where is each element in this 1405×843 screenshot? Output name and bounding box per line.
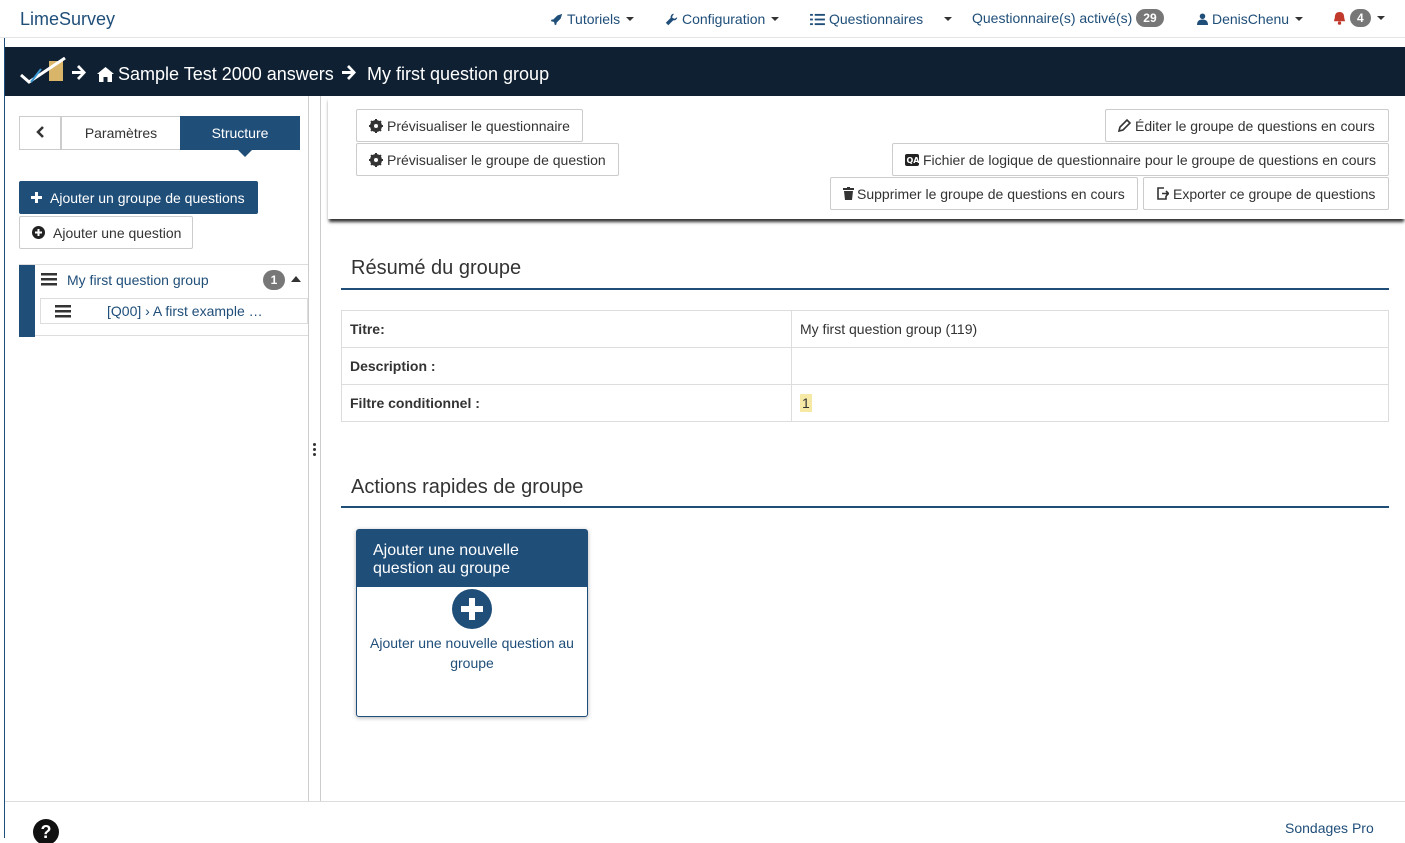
edit-group-label: Éditer le groupe de questions en cours xyxy=(1135,117,1375,134)
bell-icon xyxy=(1333,11,1346,25)
arrow-right-icon xyxy=(71,65,87,83)
brand-link[interactable]: LimeSurvey xyxy=(20,9,115,30)
card-title: Ajouter une nouvelle question au groupe xyxy=(357,530,587,587)
active-surveys-badge: 29 xyxy=(1136,9,1164,27)
trash-icon xyxy=(843,187,854,200)
breadcrumb-survey[interactable]: Sample Test 2000 answers xyxy=(97,64,334,85)
plus-circle-icon xyxy=(452,589,492,629)
quick-actions-heading: Actions rapides de groupe xyxy=(351,476,584,498)
delete-group-label: Supprimer le groupe de questions en cour… xyxy=(857,185,1125,202)
nav-active-surveys[interactable]: Questionnaire(s) activé(s) 29 xyxy=(972,9,1164,27)
pencil-icon xyxy=(1118,119,1131,132)
plus-icon xyxy=(31,192,42,203)
group-toolbar: Prévisualiser le questionnaire Prévisual… xyxy=(328,96,1405,219)
gear-icon xyxy=(369,118,383,133)
rocket-icon xyxy=(550,13,563,26)
plus-circle-icon xyxy=(32,226,45,239)
export-group-label: Exporter ce groupe de questions xyxy=(1173,185,1376,202)
summary-value: My first question group (119) xyxy=(791,310,1389,348)
tree-item-question[interactable]: [Q00] › A first example … xyxy=(40,298,308,324)
breadcrumb-survey-label: Sample Test 2000 answers xyxy=(118,64,334,84)
nav-user-label: DenisChenu xyxy=(1212,11,1290,27)
tab-settings[interactable]: Paramètres xyxy=(61,116,181,150)
table-row: Filtre conditionnel : 1 xyxy=(341,384,1389,422)
summary-value xyxy=(791,347,1389,385)
nav-user[interactable]: DenisChenu xyxy=(1197,11,1304,27)
nav-active-surveys-label: Questionnaire(s) activé(s) xyxy=(972,10,1133,26)
question-circle-icon[interactable]: ? xyxy=(33,819,59,843)
add-question-button[interactable]: Ajouter une question xyxy=(19,216,193,249)
chevron-down-icon xyxy=(626,17,635,21)
arrow-right-icon xyxy=(341,65,357,83)
list-icon xyxy=(810,13,825,26)
add-question-label: Ajouter une question xyxy=(53,224,182,241)
footer xyxy=(5,801,1405,843)
active-tab-pointer xyxy=(237,149,253,157)
table-row: Description : xyxy=(341,347,1389,385)
chevron-down-icon xyxy=(1376,16,1385,20)
tab-structure[interactable]: Structure xyxy=(180,116,300,150)
collapse-up-icon[interactable] xyxy=(291,276,301,282)
summary-table: Titre: My first question group (119) Des… xyxy=(341,310,1389,422)
tree-active-indicator xyxy=(19,265,35,337)
breadcrumb-bar: Sample Test 2000 answers My first questi… xyxy=(5,47,1405,96)
nav-tutorials[interactable]: Tutoriels xyxy=(550,11,635,27)
nav-tutorials-label: Tutoriels xyxy=(567,11,621,27)
tree-group-label: My first question group xyxy=(67,272,209,288)
summary-label: Filtre conditionnel : xyxy=(341,384,792,422)
summary-label: Titre: xyxy=(341,310,792,348)
sidebar-collapse-button[interactable] xyxy=(19,116,61,150)
card-text: Ajouter une nouvelle question au groupe xyxy=(370,635,574,671)
footer-link[interactable]: Sondages Pro xyxy=(1285,820,1374,836)
export-group-button[interactable]: Exporter ce groupe de questions xyxy=(1143,177,1389,210)
nav-configuration-label: Configuration xyxy=(682,11,766,27)
nav-notifications[interactable]: 4 xyxy=(1333,9,1385,27)
edit-group-button[interactable]: Éditer le groupe de questions en cours xyxy=(1105,109,1389,142)
summary-heading: Résumé du groupe xyxy=(351,257,522,279)
qa-logic-icon: QA xyxy=(905,153,920,166)
quick-actions-divider xyxy=(341,506,1389,508)
tree-question-label: [Q00] › A first example … xyxy=(107,303,263,319)
home-icon xyxy=(97,67,114,82)
export-icon xyxy=(1156,187,1169,200)
drag-dots-icon[interactable] xyxy=(313,443,316,458)
logic-file-button[interactable]: QA Fichier de logique de questionnaire p… xyxy=(892,143,1389,176)
table-row: Titre: My first question group (119) xyxy=(341,310,1389,348)
gear-icon xyxy=(369,152,383,167)
summary-divider xyxy=(341,288,1389,290)
breadcrumb-group: My first question group xyxy=(367,64,550,84)
preview-survey-label: Prévisualiser le questionnaire xyxy=(387,117,570,134)
svg-text:QA: QA xyxy=(907,156,920,165)
drag-handle-icon[interactable] xyxy=(41,273,57,289)
chevron-down-icon xyxy=(1295,17,1304,21)
nav-configuration[interactable]: Configuration xyxy=(665,11,780,27)
chevron-down-icon xyxy=(771,17,780,21)
question-count-badge: 1 xyxy=(263,270,285,290)
nav-surveys-label: Questionnaires xyxy=(829,11,924,27)
top-navbar: LimeSurvey Tutoriels Configuration Quest… xyxy=(0,0,1405,38)
sidebar: Paramètres Structure Ajouter un groupe d… xyxy=(5,96,308,801)
chevron-down-icon xyxy=(944,17,952,21)
chevron-left-icon xyxy=(36,125,44,141)
nav-surveys[interactable]: Questionnaires xyxy=(810,11,923,27)
nav-surveys-dropdown[interactable] xyxy=(938,17,952,21)
delete-group-button[interactable]: Supprimer le groupe de questions en cour… xyxy=(830,177,1138,210)
wrench-icon xyxy=(665,13,678,26)
add-question-group-button[interactable]: Ajouter un groupe de questions xyxy=(19,181,258,214)
preview-survey-button[interactable]: Prévisualiser le questionnaire xyxy=(356,109,583,142)
notifications-badge: 4 xyxy=(1350,9,1371,27)
summary-value-cell: 1 xyxy=(791,384,1389,422)
preview-group-button[interactable]: Prévisualiser le groupe de question xyxy=(356,143,619,176)
add-question-card[interactable]: Ajouter une nouvelle question au groupe … xyxy=(356,529,588,717)
logic-file-label: Fichier de logique de questionnaire pour… xyxy=(923,151,1376,168)
condition-value: 1 xyxy=(800,394,812,412)
tree-item-group[interactable]: My first question group 1 xyxy=(35,265,308,295)
preview-group-label: Prévisualiser le groupe de question xyxy=(387,151,606,168)
structure-tree: My first question group 1 [Q00] › A firs… xyxy=(19,264,308,337)
summary-label: Description : xyxy=(341,347,792,385)
drag-handle-icon[interactable] xyxy=(55,305,71,321)
user-icon xyxy=(1197,13,1208,25)
limesurvey-logo-icon[interactable] xyxy=(19,56,67,88)
add-question-group-label: Ajouter un groupe de questions xyxy=(50,189,245,206)
